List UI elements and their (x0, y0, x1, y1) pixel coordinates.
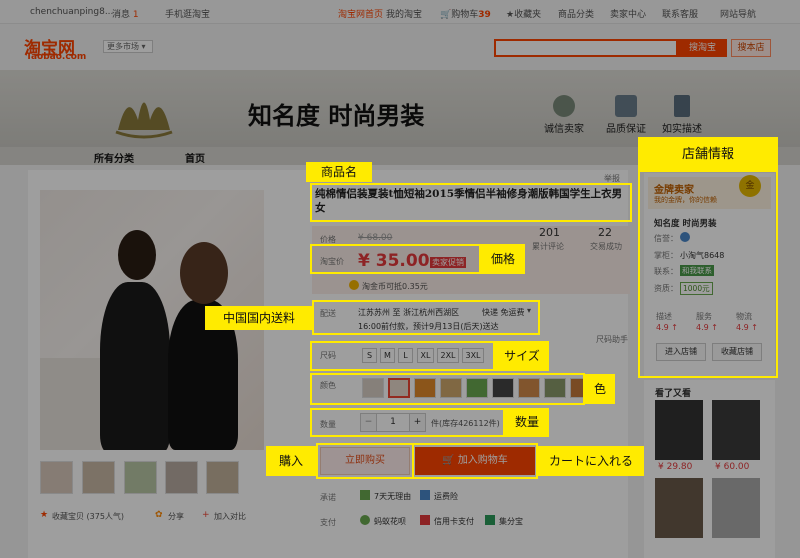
return-icon (360, 490, 370, 500)
seller-center-link[interactable]: 卖家中心 (610, 7, 646, 20)
badge-label: 品质保证 (606, 124, 646, 135)
recommended-item-image[interactable] (712, 400, 760, 460)
share-link[interactable]: 分享 (168, 511, 184, 522)
annotation-label-shop: 店舗情報 (640, 138, 776, 172)
annotation-box-cart (412, 443, 538, 479)
share-icon: ✿ (155, 510, 163, 520)
search-shop-button[interactable]: 搜本店 (731, 39, 771, 57)
sitemap-link[interactable]: 网站导航 (720, 7, 756, 20)
size-helper-link[interactable]: 尺码助手 (596, 334, 628, 345)
star-icon: ★ (506, 10, 515, 20)
taobao-logo[interactable]: 淘宝网 Taobao.com (24, 34, 114, 64)
payment-label: 支付 (320, 518, 336, 527)
reviews-label[interactable]: 累计评论 (532, 241, 564, 252)
favorites-link[interactable]: ★收藏夹 (506, 7, 541, 20)
cart-label: 购物车 (451, 10, 479, 20)
jifenbao-icon (485, 515, 495, 525)
male-model-head (118, 230, 156, 280)
badge-accurate: 如实描述 (652, 95, 712, 135)
coin-icon (349, 280, 359, 290)
annotation-box-color (310, 373, 585, 405)
favorites-label: 收藏夹 (514, 10, 542, 20)
cart-link[interactable]: 🛒购物车39 (440, 7, 491, 20)
my-taobao-link[interactable]: 我的淘宝 (386, 7, 422, 20)
annotation-box-shipping (312, 300, 540, 335)
home-link[interactable]: 淘宝网首页 (338, 7, 383, 20)
store-logo-icon (115, 102, 173, 139)
huabei-icon (360, 515, 370, 525)
annotation-label-size: サイズ (495, 341, 549, 371)
female-model-head (180, 242, 228, 304)
favorite-item-link[interactable]: 收藏宝贝 (375人气) (52, 511, 124, 522)
recommended-price: ¥ 60.00 (715, 462, 750, 472)
annotation-label-price: 価格 (481, 244, 525, 274)
badge-label: 如实描述 (662, 124, 702, 135)
nav-home[interactable]: 首页 (185, 150, 205, 165)
also-viewed-title: 看了又看 (655, 389, 692, 399)
logo-sub: Taobao.com (26, 52, 87, 62)
thumbnail[interactable] (206, 461, 239, 494)
thumbnail[interactable] (82, 461, 115, 494)
more-market-label: 更多市场 (107, 42, 139, 51)
payment-item[interactable]: 集分宝 (499, 516, 523, 527)
badge-quality: 品质保证 (596, 95, 656, 135)
messages-link[interactable]: 消息 1 (112, 7, 139, 20)
compare-link[interactable]: 加入对比 (214, 511, 246, 522)
document-icon (674, 95, 690, 117)
annotation-box-shop (638, 137, 778, 378)
store-title: 知名度 时尚男装 (248, 102, 425, 130)
recommended-item-image[interactable] (655, 400, 703, 460)
favorite-star-icon: ★ (40, 510, 49, 520)
annotation-box-size (310, 341, 495, 371)
more-market-dropdown[interactable]: 更多市场 ▾ (103, 40, 153, 53)
service-link[interactable]: 联系客服 (662, 7, 698, 20)
sales-label: 交易成功 (590, 242, 622, 251)
cart-icon: 🛒 (440, 10, 452, 20)
messages-count: 1 (132, 10, 139, 20)
annotation-label-buy: 購入 (266, 446, 316, 476)
sales-count: 22 (598, 226, 612, 239)
quality-pen-icon (615, 95, 637, 117)
payment-item[interactable]: 信用卡支付 (434, 516, 474, 527)
annotation-box-title (310, 183, 632, 222)
annotation-label-cart: カートに入れる (538, 446, 644, 476)
nav-all-categories[interactable]: 所有分类 (94, 150, 134, 165)
coin-text: 淘金币可抵0.35元 (362, 282, 428, 291)
thumbnail[interactable] (124, 461, 157, 494)
promise-item[interactable]: 7天无理由 (374, 491, 411, 502)
search-button[interactable]: 搜淘宝 (678, 39, 727, 57)
annotation-label-color: 色 (585, 374, 615, 404)
reviews-count: 201 (539, 226, 560, 239)
seller-badge-icon (553, 95, 575, 117)
badge-honest-seller: 诚信卖家 (534, 95, 594, 135)
male-model (100, 282, 170, 450)
credit-card-icon (420, 515, 430, 525)
promise-item[interactable]: 运费险 (434, 491, 458, 502)
annotation-label-shipping: 中国国内送料 (205, 306, 313, 330)
recommended-item-image[interactable] (655, 478, 703, 538)
recommended-item-image[interactable] (712, 478, 760, 538)
compare-plus-icon: + (202, 510, 210, 520)
annotation-label-quantity: 数量 (505, 408, 549, 437)
search-input[interactable] (494, 39, 678, 57)
mobile-link[interactable]: 手机逛淘宝 (165, 7, 210, 20)
thumbnail[interactable] (165, 461, 198, 494)
cart-count: 39 (478, 10, 491, 20)
thumbnail[interactable] (40, 461, 73, 494)
chair-decor (40, 358, 100, 450)
promise-label: 承诺 (320, 493, 336, 502)
user-name-link[interactable]: chenchuanping8... (30, 7, 113, 17)
messages-label: 消息 (112, 10, 131, 20)
annotation-box-quantity (310, 408, 505, 437)
annotation-box-price (310, 244, 481, 274)
original-price: ¥ 68.00 (358, 233, 393, 243)
annotation-box-buy (316, 443, 414, 479)
annotation-label-title: 商品名 (306, 162, 372, 182)
payment-item[interactable]: 蚂蚁花呗 (374, 516, 406, 527)
badge-label: 诚信卖家 (544, 124, 584, 135)
insurance-icon (420, 490, 430, 500)
categories-link[interactable]: 商品分类 (558, 7, 594, 20)
top-bar: chenchuanping8... 消息 1 手机逛淘宝 淘宝网首页 我的淘宝 … (0, 0, 800, 24)
recommended-price: ¥ 29.80 (658, 462, 693, 472)
